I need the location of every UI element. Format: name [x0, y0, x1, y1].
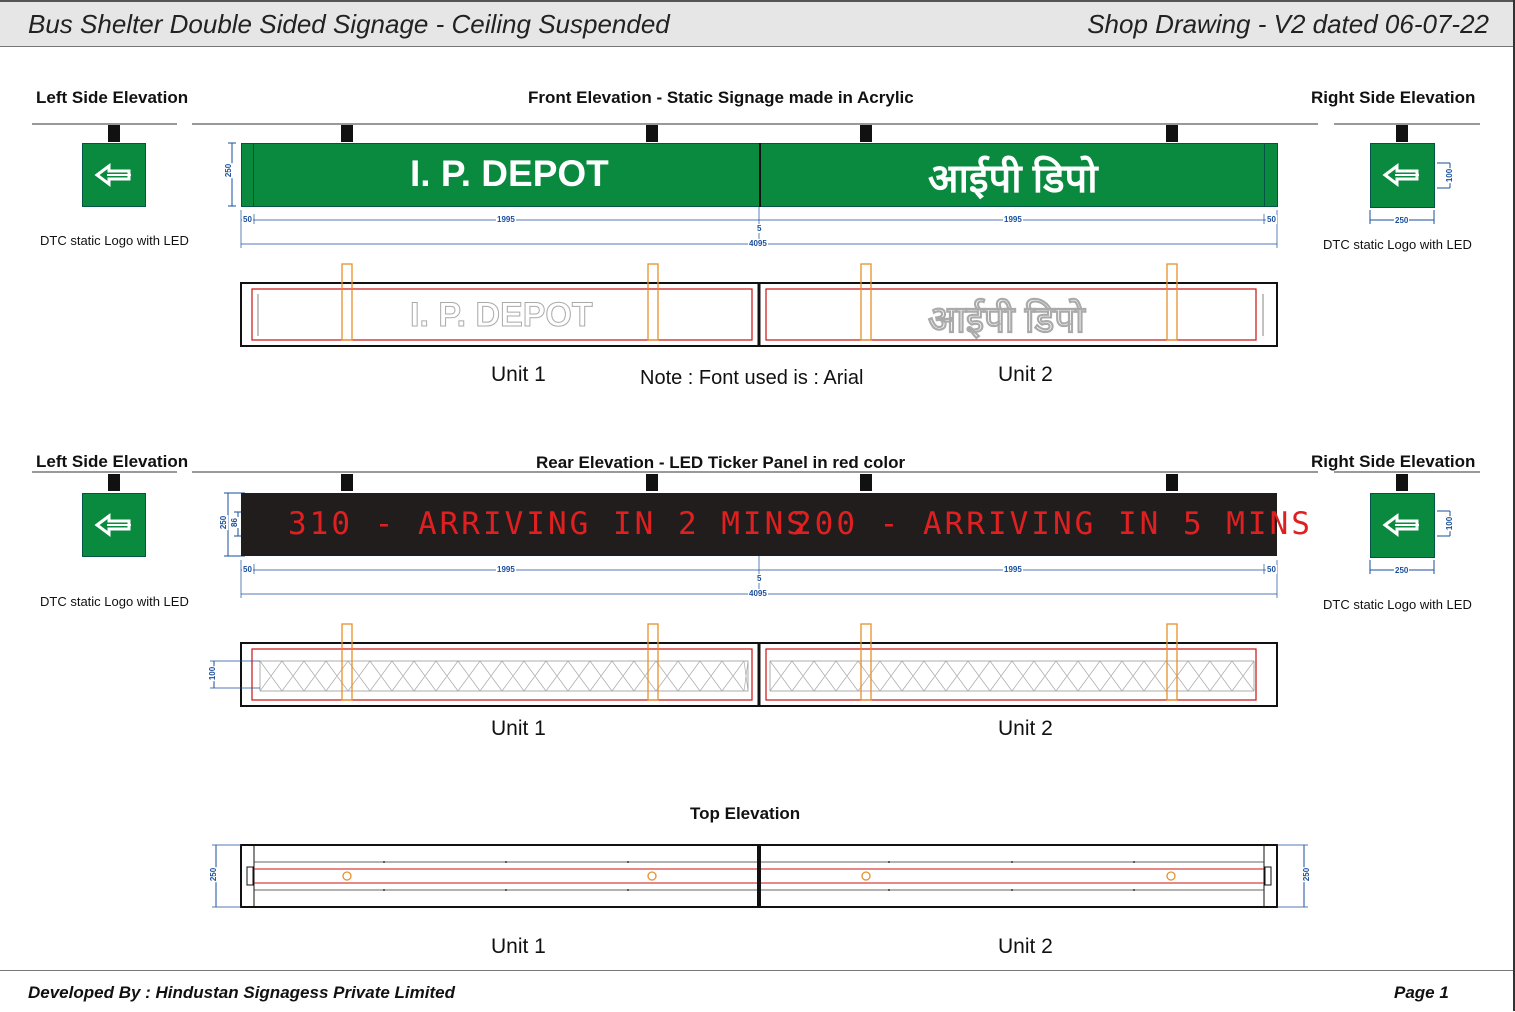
dim-section: 100 [208, 665, 218, 682]
ceiling-mount-icon [860, 125, 872, 142]
ceiling-mount-icon [341, 474, 353, 491]
top-dim-left: 250 [209, 866, 219, 883]
right-dim-height: 100 [1445, 167, 1455, 184]
unit2-label: Unit 2 [998, 363, 1053, 386]
page-number: Page 1 [1394, 983, 1449, 1002]
right-dim-width: 250 [1394, 216, 1410, 225]
dim-total: 4095 [748, 589, 768, 598]
dim-unit1: 1995 [496, 565, 516, 574]
logo-caption: DTC static Logo with LED [40, 233, 189, 248]
logo-caption: DTC static Logo with LED [40, 594, 189, 609]
section-ghost-hindi: आईपी डिपो [928, 299, 1086, 341]
dim-height: 250 [219, 514, 229, 531]
front-elevation-label: Front Elevation - Static Signage made in… [528, 88, 914, 107]
dim-height: 250 [224, 162, 234, 179]
dtc-logo-icon [82, 493, 146, 557]
unit1-label: Unit 1 [491, 363, 546, 386]
logo-caption: DTC static Logo with LED [1323, 597, 1472, 612]
top-dim-right: 250 [1302, 866, 1312, 883]
ceiling-mount-icon [1166, 474, 1178, 491]
dim-edge-left: 50 [242, 215, 253, 224]
dim-edge-right: 50 [1266, 215, 1277, 224]
dim-total: 4095 [748, 239, 768, 248]
dim-unit2: 1995 [1003, 565, 1023, 574]
dim-unit1: 1995 [496, 215, 516, 224]
ceiling-mount-icon [860, 474, 872, 491]
rear-elevation-label: Rear Elevation - LED Ticker Panel in red… [536, 453, 906, 472]
dim-unit2: 1995 [1003, 215, 1023, 224]
dtc-logo-icon [1370, 143, 1435, 208]
rear-right-side-label: Right Side Elevation [1311, 452, 1476, 471]
unit2-label: Unit 2 [998, 717, 1053, 740]
font-note: Note : Font used is : Arial [640, 367, 864, 389]
ceiling-mount-icon [341, 125, 353, 142]
ceiling-mount-icon [108, 125, 120, 142]
logo-caption: DTC static Logo with LED [1323, 237, 1472, 252]
right-dim-width: 250 [1394, 566, 1410, 575]
front-left-side-label: Left Side Elevation [36, 88, 189, 107]
drawing-footer: Developed By : Hindustan Signagess Priva… [0, 970, 1513, 1012]
dim-edge-left: 50 [242, 565, 253, 574]
rear-left-side-label: Left Side Elevation [36, 452, 189, 471]
dtc-logo-icon [82, 143, 146, 207]
front-right-side-label: Right Side Elevation [1311, 88, 1476, 107]
unit2-label: Unit 2 [998, 935, 1053, 958]
dim-center: 5 [756, 224, 763, 233]
ceiling-mount-icon [646, 125, 658, 142]
unit1-label: Unit 1 [491, 717, 546, 740]
unit-divider [759, 143, 761, 207]
edge-line [253, 143, 254, 207]
dtc-logo-icon [1370, 493, 1435, 558]
dim-center: 5 [756, 574, 763, 583]
edge-line [1264, 143, 1265, 207]
ticker-message-2: 200 - ARRIVING IN 5 MINS [793, 506, 1313, 542]
ceiling-mount-icon [1166, 125, 1178, 142]
unit1-label: Unit 1 [491, 935, 546, 958]
ceiling-mount-icon [1396, 125, 1408, 142]
developer-credit: Developed By : Hindustan Signagess Priva… [28, 983, 455, 1002]
ticker-message-1: 310 - ARRIVING IN 2 MINS [288, 506, 808, 542]
dim-inner: 86 [229, 517, 239, 528]
dim-edge-right: 50 [1266, 565, 1277, 574]
ceiling-mount-icon [108, 474, 120, 491]
sign-text-hindi: आईपी डिपो [928, 157, 1098, 201]
top-elevation-label: Top Elevation [690, 804, 801, 823]
ceiling-mount-icon [646, 474, 658, 491]
ceiling-mount-icon [1396, 474, 1408, 491]
sign-text-english: I. P. DEPOT [410, 153, 609, 194]
right-dim-height: 100 [1445, 515, 1455, 532]
section-ghost-english: I. P. DEPOT [410, 296, 594, 335]
